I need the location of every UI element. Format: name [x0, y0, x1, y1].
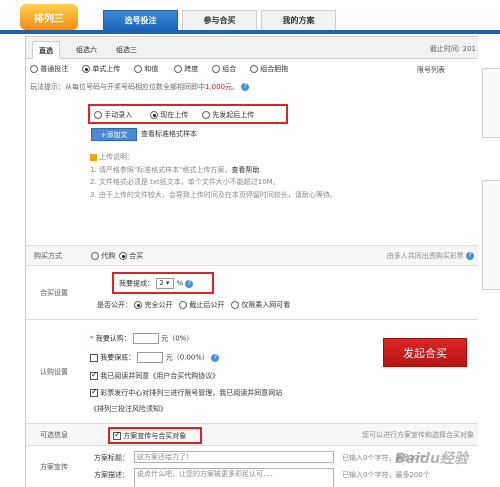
upload-manual[interactable]: 手动录入 [94, 110, 132, 120]
subscription-row: 认购设置 * 我要认购： 元（0%） 我要保底： 元（0.00%） ? 我已阅读… [26, 319, 478, 423]
top-header: 排列三 选号投注 参与合买 我的方案 [0, 0, 500, 30]
plan-title-input[interactable]: 这方案还给力了！ [134, 451, 334, 463]
upload-now[interactable]: 现在上传 [150, 110, 188, 120]
buy-method-label: 购买方式 [34, 251, 62, 260]
help-icon[interactable]: ? [466, 252, 474, 260]
play-type-single-upload[interactable]: 单式上传 [82, 64, 120, 74]
watermark: Baidu经验 [395, 451, 468, 467]
commission-select[interactable]: 2 ▾ [156, 278, 175, 289]
subtab-group-three[interactable]: 组选三 [110, 41, 143, 59]
risk-notice-link[interactable]: 《排列三投注风险须知》 [90, 404, 167, 414]
right-panel-box [482, 180, 500, 290]
view-sample-link[interactable]: 查看标准格式样本 [141, 129, 197, 139]
play-type-options: 普通投注 单式上传 和值 跨度 组合 组合胆拖 限号列表 [26, 64, 478, 78]
public-after-deadline[interactable]: 截止后公开 [179, 301, 224, 309]
promotion-label: 方案宣传 [40, 463, 68, 471]
optional-info-row: 可选信息 方案宣传与合买对象 您可以进行方案宣传和选择合买对象 [26, 423, 478, 445]
right-panel-box [482, 68, 500, 138]
radio-icon[interactable] [202, 111, 210, 119]
public-full[interactable]: 完全公开 [134, 301, 172, 309]
optional-highlight: 方案宣传与合买对象 [108, 427, 202, 444]
sub-tab-bar: 直选 组选六 组选三 截止时间: 201 [26, 37, 478, 59]
play-type-combo[interactable]: 组合 [212, 64, 236, 74]
agreement-checkbox[interactable] [90, 370, 98, 380]
subscribe-amount-input[interactable] [132, 333, 159, 344]
upload-method-options: 手动录入 现在上传 先发起后上传 [88, 104, 288, 124]
buy-group[interactable]: 合买 [119, 251, 143, 261]
launch-group-buy-button[interactable]: 发起合买 [383, 338, 467, 367]
limit-agreement-checkbox[interactable] [90, 387, 98, 397]
play-type-sum[interactable]: 和值 [134, 64, 158, 74]
group-settings-label: 合买设置 [40, 288, 68, 297]
tab-select-bet[interactable]: 选号投注 [103, 10, 178, 30]
buy-method-note: 由多人共同出资购买彩票 ? [387, 251, 474, 261]
group-settings-row: 合买设置 我要提成： 2 ▾ % ? 是否公开： 完全公开 截止后公开 仅限乘入… [26, 265, 478, 319]
radio-icon[interactable] [134, 65, 142, 73]
radio-icon[interactable] [179, 301, 188, 309]
info-icon [90, 153, 97, 161]
radio-icon[interactable] [30, 65, 38, 73]
guarantee-checkbox[interactable] [90, 353, 98, 362]
subscription-label: 认购设置 [40, 367, 68, 376]
radio-icon[interactable] [212, 65, 220, 73]
radio-icon[interactable] [91, 252, 99, 260]
bet-panel: 直选 组选六 组选三 截止时间: 201 普通投注 单式上传 和值 跨度 组合 … [25, 36, 478, 487]
commission-highlight: 我要提成： 2 ▾ % ? [112, 272, 214, 294]
subtab-group-six[interactable]: 组选六 [70, 41, 103, 59]
optional-info-note: 您可以进行方案宣传和选择合买对象 [362, 431, 474, 439]
upload-notes: 上传说明： 1. 请严格参照"标准格式样本"格式上传方案，查看帮助 2. 文件格… [90, 153, 337, 199]
buy-agent[interactable]: 代购 [91, 251, 115, 261]
buy-method-row: 购买方式 代购 合买 由多人共同出资购买彩票 ? [26, 245, 478, 265]
help-icon[interactable]: ? [241, 83, 250, 91]
public-members-only[interactable]: 仅限乘入网可看 [231, 301, 290, 309]
help-icon[interactable]: ? [211, 353, 220, 362]
description-char-count: 已输入0个字符，最多200个 [342, 471, 430, 479]
radio-selected-icon[interactable] [119, 252, 127, 260]
radio-icon[interactable] [231, 301, 240, 309]
upload-later[interactable]: 先发起后上传 [202, 110, 254, 120]
radio-selected-icon[interactable] [82, 65, 90, 73]
help-link[interactable]: 查看帮助 [231, 166, 259, 174]
subtab-direct[interactable]: 直选 [32, 41, 60, 59]
radio-icon[interactable] [94, 111, 102, 119]
help-icon[interactable]: ? [185, 279, 194, 288]
add-text-button[interactable]: +添加文 [91, 128, 137, 141]
deadline-text: 截止时间: 201 [430, 45, 476, 53]
guarantee-amount-input[interactable] [137, 352, 164, 363]
radio-selected-icon[interactable] [150, 111, 158, 119]
number-limit-link[interactable]: 限号列表 [417, 65, 445, 75]
tab-my-plans[interactable]: 我的方案 [261, 10, 336, 30]
play-type-span[interactable]: 跨度 [174, 64, 198, 74]
plan-description-textarea[interactable]: 说点什么吧，让您的方案被更多彩民认可．．． [134, 468, 334, 487]
play-type-normal[interactable]: 普通投注 [30, 64, 68, 74]
radio-icon[interactable] [174, 65, 182, 73]
promotion-checkbox[interactable] [113, 430, 121, 440]
play-type-combo-banker[interactable]: 组合胆拖 [250, 64, 288, 74]
optional-info-label: 可选信息 [40, 430, 68, 439]
lottery-logo: 排列三 [20, 4, 78, 30]
tab-join-group-buy[interactable]: 参与合买 [182, 10, 257, 30]
tab-underline [0, 30, 500, 34]
radio-selected-icon[interactable] [134, 301, 143, 309]
radio-icon[interactable] [250, 65, 258, 73]
play-tips: 玩法提示：从每位号码与开奖号码相应位数全部相同即中1,000元。 ? [30, 82, 250, 92]
